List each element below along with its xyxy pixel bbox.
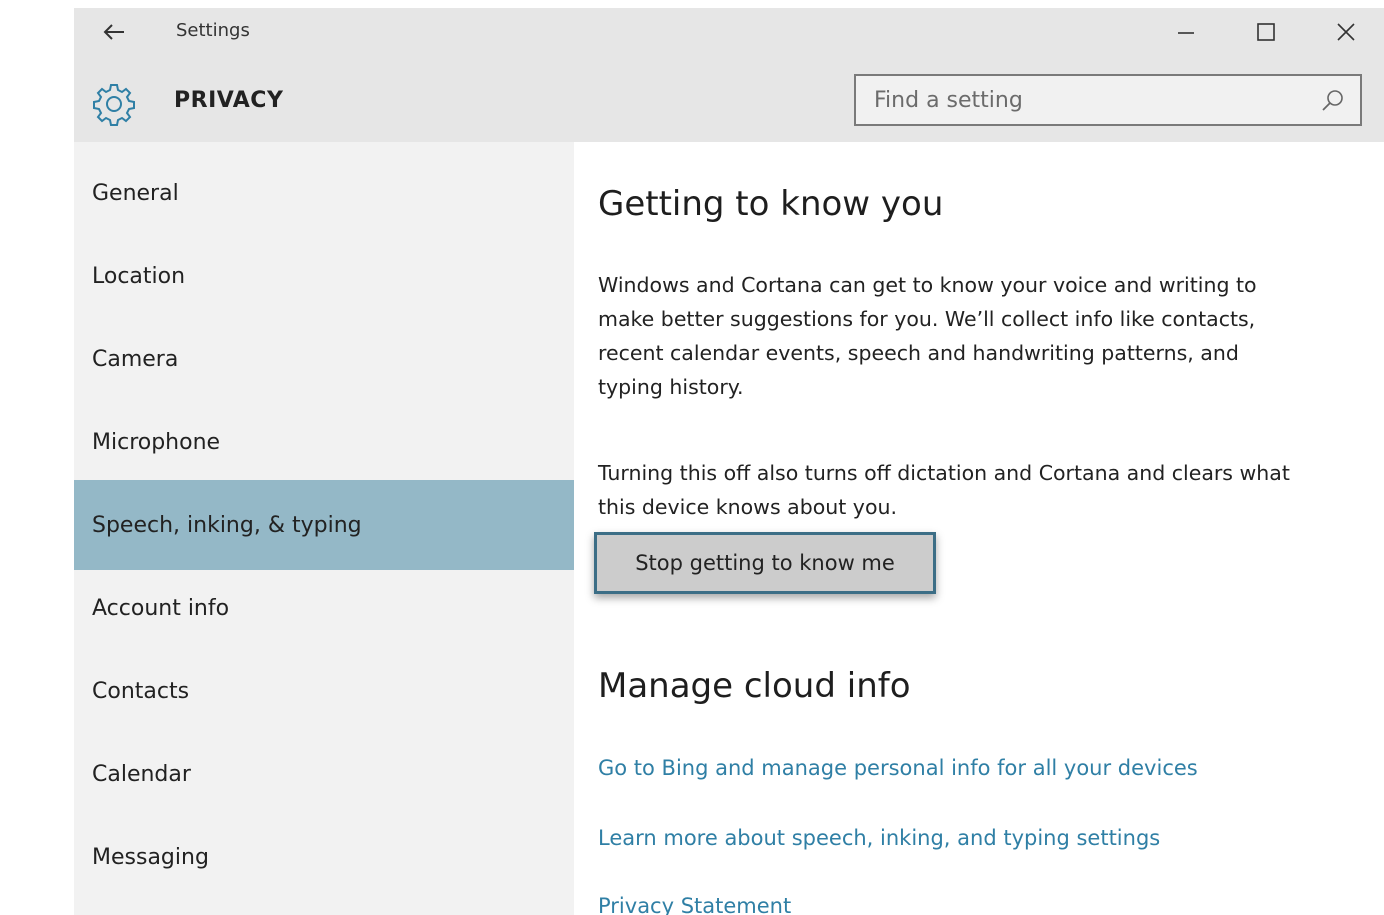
privacy-statement-link[interactable]: Privacy Statement xyxy=(598,894,791,915)
sidebar-item-label: Calendar xyxy=(92,761,191,787)
sidebar-item-speech-inking-typing[interactable]: Speech, inking, & typing xyxy=(74,480,574,570)
description-line: make better suggestions for you. We’ll c… xyxy=(598,307,1256,331)
getting-to-know-heading: Getting to know you xyxy=(598,184,944,224)
search-box[interactable] xyxy=(854,74,1362,126)
sidebar-item-label: Camera xyxy=(92,346,179,372)
sidebar: General Location Camera Microphone Speec… xyxy=(74,142,574,915)
gear-icon xyxy=(93,84,135,126)
learn-more-link[interactable]: Learn more about speech, inking, and typ… xyxy=(598,826,1160,850)
manage-cloud-info-heading: Manage cloud info xyxy=(598,666,911,706)
app-title: Settings xyxy=(176,20,250,41)
sidebar-item-contacts[interactable]: Contacts xyxy=(74,648,574,734)
title-bar: Settings xyxy=(74,8,1384,54)
sidebar-item-account-info[interactable]: Account info xyxy=(74,565,574,651)
sidebar-item-location[interactable]: Location xyxy=(74,233,574,319)
sidebar-item-label: Messaging xyxy=(92,844,209,870)
sidebar-item-label: Speech, inking, & typing xyxy=(92,512,362,538)
back-button[interactable] xyxy=(96,18,132,46)
back-arrow-icon xyxy=(103,24,124,40)
warning-line: Turning this off also turns off dictatio… xyxy=(598,461,1290,485)
getting-to-know-description: Windows and Cortana can get to know your… xyxy=(598,268,1378,404)
sidebar-item-label: General xyxy=(92,180,179,206)
sidebar-item-microphone[interactable]: Microphone xyxy=(74,399,574,485)
maximize-button[interactable] xyxy=(1246,16,1286,48)
close-button[interactable] xyxy=(1326,16,1366,48)
sidebar-item-general[interactable]: General xyxy=(74,150,574,236)
sidebar-item-label: Location xyxy=(92,263,186,289)
sidebar-item-label: Contacts xyxy=(92,678,190,704)
sidebar-item-camera[interactable]: Camera xyxy=(74,316,574,402)
settings-window: Settings PRIVACY Find a setting General … xyxy=(74,8,1384,915)
sidebar-item-label: Microphone xyxy=(92,429,221,455)
page-header: PRIVACY xyxy=(74,54,1384,142)
stop-getting-to-know-me-button[interactable]: Stop getting to know me xyxy=(594,532,936,594)
main-content: Getting to know you Windows and Cortana … xyxy=(574,142,1384,915)
description-line: recent calendar events, speech and handw… xyxy=(598,341,1239,365)
description-line: Windows and Cortana can get to know your… xyxy=(598,273,1257,297)
section-title: PRIVACY xyxy=(174,88,284,113)
search-input[interactable] xyxy=(856,76,1296,124)
sidebar-item-label: Account info xyxy=(92,595,230,621)
minimize-icon xyxy=(1178,32,1194,34)
turn-off-warning: Turning this off also turns off dictatio… xyxy=(598,456,1378,524)
bing-manage-info-link[interactable]: Go to Bing and manage personal info for … xyxy=(598,756,1198,780)
search-icon[interactable] xyxy=(1320,88,1346,114)
description-line: typing history. xyxy=(598,375,744,399)
close-icon xyxy=(1337,23,1355,41)
maximize-icon xyxy=(1257,23,1275,41)
sidebar-item-calendar[interactable]: Calendar xyxy=(74,731,574,817)
minimize-button[interactable] xyxy=(1166,16,1206,48)
sidebar-item-messaging[interactable]: Messaging xyxy=(74,814,574,900)
warning-line: this device knows about you. xyxy=(598,495,897,519)
